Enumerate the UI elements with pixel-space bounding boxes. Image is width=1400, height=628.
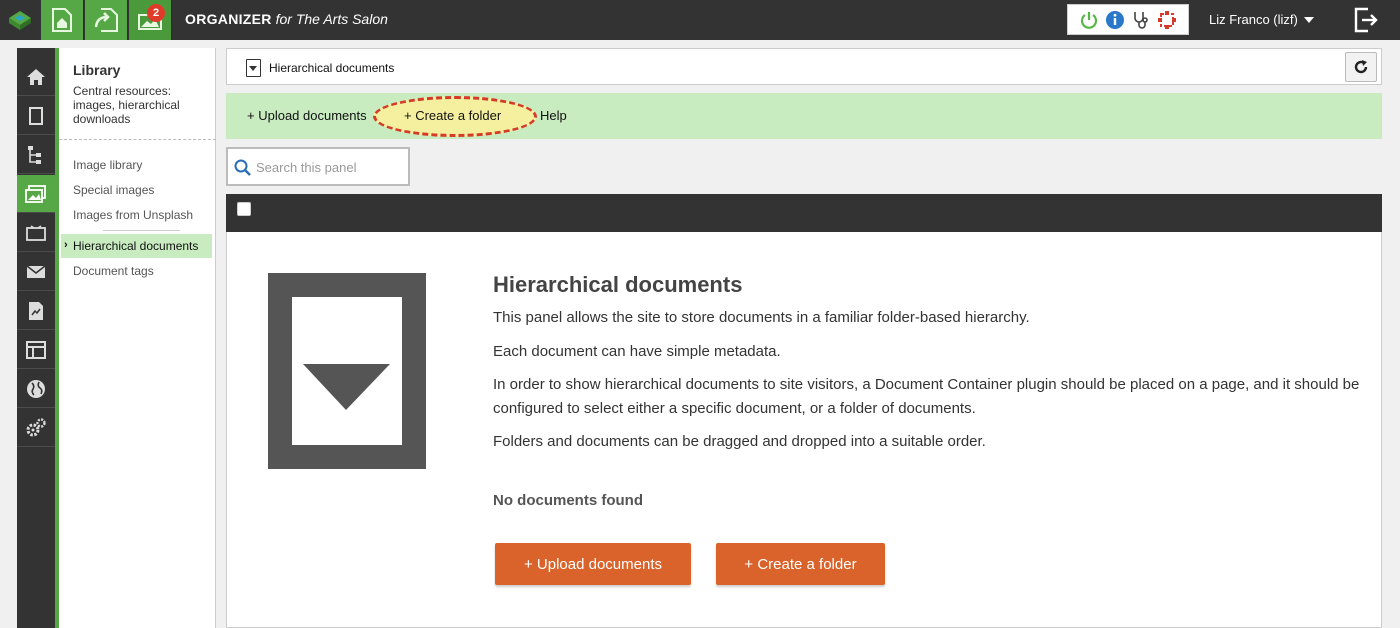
globe-icon [27, 379, 45, 398]
site-name: for The Arts Salon [271, 11, 388, 27]
action-bar: + Upload documents + Create a folder Hel… [226, 93, 1382, 139]
info-icon[interactable] [1105, 10, 1125, 30]
home-icon [27, 68, 45, 85]
library-description: Central resources: images, hierarchical … [73, 84, 180, 126]
upload-documents-link[interactable]: + Upload documents [247, 108, 367, 123]
library-title: Library [73, 62, 121, 78]
stethoscope-icon[interactable] [1131, 10, 1151, 30]
search-icon [234, 159, 251, 176]
page-title: Hierarchical documents [269, 61, 395, 75]
home-doc-icon [52, 8, 72, 32]
rail-documents[interactable] [17, 292, 55, 330]
rail-mail[interactable] [17, 253, 55, 291]
empty-state-panel: Hierarchical documents This panel allows… [226, 232, 1382, 628]
library-item-label: Hierarchical documents [73, 239, 199, 253]
chevron-down-icon [1303, 16, 1314, 23]
document-icon [29, 301, 43, 320]
rail-library[interactable] [17, 175, 55, 213]
library-item-document-tags[interactable]: Document tags [73, 264, 154, 278]
refresh-button[interactable] [1345, 52, 1377, 82]
rail-web[interactable] [17, 370, 55, 408]
app-logo-icon[interactable] [0, 0, 40, 40]
rail-forms[interactable] [17, 331, 55, 369]
app-title: ORGANIZER for The Arts Salon [185, 11, 388, 27]
description-paragraph: Folders and documents can be dragged and… [493, 433, 986, 450]
select-all-checkbox[interactable] [237, 202, 251, 216]
library-item-hierarchical-documents[interactable]: › Hierarchical documents [61, 234, 212, 258]
rail-hierarchy[interactable] [17, 136, 55, 174]
empty-message: No documents found [493, 492, 643, 509]
form-icon [26, 340, 46, 359]
module-rail [17, 48, 55, 628]
document-icon [268, 273, 426, 474]
top-bar: 2 ORGANIZER for The Arts Salon Liz Franc… [0, 0, 1400, 40]
power-icon[interactable] [1079, 10, 1099, 30]
page-icon [29, 106, 43, 125]
user-name: Liz Franco (lizf) [1209, 12, 1298, 27]
logout-icon [1354, 7, 1378, 33]
list-header [226, 194, 1382, 232]
rail-settings[interactable] [17, 409, 55, 447]
rail-home[interactable] [17, 58, 55, 96]
library-item-image-library[interactable]: Image library [73, 158, 142, 172]
user-menu[interactable]: Liz Franco (lizf) [1209, 12, 1314, 27]
rail-media[interactable] [17, 214, 55, 252]
description-paragraph: Each document can have simple metadata. [493, 343, 781, 360]
search-placeholder: Search this panel [256, 160, 357, 175]
chevron-right-icon: › [64, 239, 68, 251]
document-icon [246, 59, 261, 77]
refresh-icon [1354, 60, 1368, 74]
publish-button[interactable] [85, 0, 128, 40]
create-folder-link[interactable]: + Create a folder [404, 108, 501, 123]
brand-name: ORGANIZER [185, 11, 272, 27]
create-folder-button[interactable]: + Create a folder [716, 543, 885, 585]
divider [103, 230, 180, 231]
rail-pages[interactable] [17, 97, 55, 135]
panel-header: Hierarchical documents [226, 48, 1382, 85]
library-item-unsplash[interactable]: Images from Unsplash [73, 208, 193, 222]
status-toolbar [1067, 4, 1189, 35]
description-paragraph: In order to show hierarchical documents … [493, 376, 1360, 417]
library-panel: Library Central resources: images, hiera… [59, 48, 216, 628]
upload-documents-button[interactable]: + Upload documents [495, 543, 691, 585]
mail-icon [26, 264, 46, 278]
site-home-button[interactable] [41, 0, 84, 40]
images-icon [25, 184, 46, 203]
lifebuoy-icon[interactable] [1157, 10, 1177, 30]
organizer-button[interactable]: 2 [129, 0, 172, 40]
library-item-special-images[interactable]: Special images [73, 183, 154, 197]
help-link[interactable]: Help [540, 108, 567, 123]
notification-badge: 2 [147, 4, 165, 22]
video-icon [26, 224, 46, 241]
empty-state-title: Hierarchical documents [493, 272, 743, 297]
hierarchy-icon [28, 145, 41, 164]
gears-icon [26, 417, 46, 436]
description-paragraph: This panel allows the site to store docu… [493, 309, 1030, 326]
logout-button[interactable] [1352, 6, 1380, 34]
publish-doc-icon [94, 8, 118, 32]
divider [59, 139, 216, 140]
search-input[interactable]: Search this panel [226, 147, 410, 186]
